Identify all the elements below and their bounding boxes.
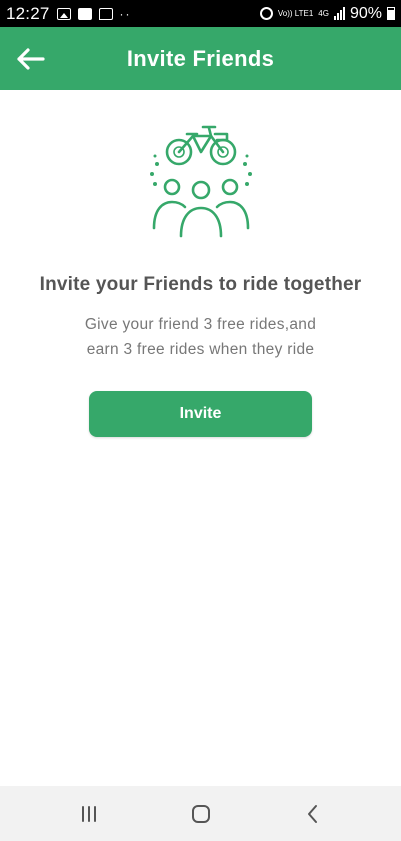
gallery-notification-icon [56, 7, 71, 20]
bicycle-friends-icon [150, 125, 252, 238]
signal-icon [333, 7, 345, 20]
invite-headline: Invite your Friends to ride together [39, 274, 362, 295]
battery-icon [387, 7, 395, 20]
back-button[interactable] [14, 43, 46, 75]
invite-friends-screen: 12:27 ·· Vo)) LTE1 4G 90% Invite Friends [0, 0, 401, 841]
more-notifications-icon: ·· [119, 6, 132, 21]
page-title: Invite Friends [126, 45, 275, 71]
system-nav-bar [0, 786, 401, 841]
recents-button[interactable] [49, 786, 129, 841]
status-bar: 12:27 ·· Vo)) LTE1 4G 90% [0, 0, 401, 27]
battery-percent: 90% [349, 4, 382, 22]
network-type-indicator: 4G [318, 8, 329, 18]
alarm-icon [259, 7, 273, 20]
app-notification-icon [77, 7, 92, 20]
system-back-button[interactable] [273, 786, 353, 841]
back-chevron-icon [308, 804, 317, 823]
invite-description-line-1: Give your friend 3 free rides,and [84, 316, 317, 333]
invite-description-line-2: earn 3 free rides when they ride [86, 341, 315, 358]
invite-description: Give your friend 3 free rides,and earn 3… [0, 312, 401, 362]
home-icon [192, 804, 210, 823]
status-time: 12:27 [6, 3, 50, 23]
volte-indicator: Vo)) LTE1 [277, 8, 314, 18]
recents-icon [82, 805, 96, 822]
app-bar: Invite Friends [0, 27, 401, 90]
chat-notification-icon [98, 7, 113, 20]
invite-button[interactable]: Invite [89, 391, 312, 437]
status-right: Vo)) LTE1 4G 90% [259, 4, 401, 23]
home-button[interactable] [161, 786, 241, 841]
status-left: 12:27 ·· [0, 4, 132, 24]
arrow-left-icon [17, 48, 45, 70]
